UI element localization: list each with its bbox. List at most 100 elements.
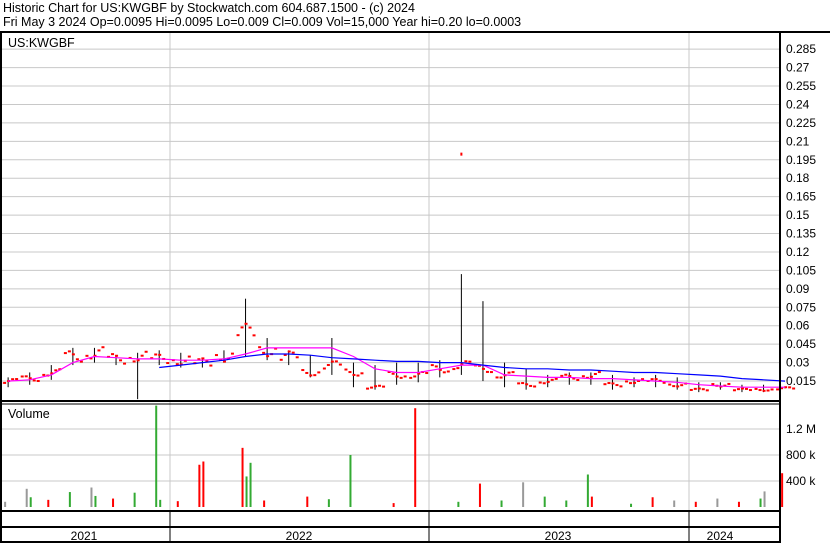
close-mark — [568, 375, 572, 378]
volume-tick-label: 1.2 M — [786, 422, 816, 436]
close-mark — [382, 385, 386, 388]
close-mark — [403, 375, 407, 378]
close-mark — [370, 386, 374, 389]
close-mark — [727, 382, 731, 385]
close-mark — [748, 389, 752, 392]
close-mark — [236, 334, 240, 337]
volume-bar — [586, 474, 589, 507]
close-mark — [593, 372, 597, 375]
close-mark — [633, 381, 637, 384]
price-tick-label: 0.255 — [786, 79, 816, 93]
close-mark — [42, 373, 46, 376]
close-mark — [230, 352, 234, 355]
close-mark — [736, 388, 740, 391]
close-mark — [533, 385, 537, 388]
volume-tick-label: 400 k — [786, 474, 816, 488]
close-mark — [446, 370, 450, 373]
close-mark — [542, 382, 546, 385]
close-mark — [654, 378, 658, 381]
close-mark — [442, 371, 446, 374]
close-mark — [425, 372, 429, 375]
close-mark — [24, 375, 28, 378]
close-mark — [123, 362, 127, 365]
year-label: 2021 — [71, 529, 98, 543]
volume-bar — [590, 496, 593, 507]
close-mark — [413, 375, 417, 378]
volume-bar — [29, 497, 32, 507]
close-mark — [758, 389, 762, 392]
volume-bar — [781, 473, 784, 507]
close-mark — [521, 382, 525, 385]
volume-bar — [651, 497, 654, 507]
close-mark — [452, 368, 456, 371]
volume-bar — [90, 487, 93, 507]
price-tick-label: 0.135 — [786, 227, 816, 241]
close-mark — [705, 389, 709, 392]
close-mark — [732, 389, 736, 392]
close-mark — [468, 360, 472, 363]
volume-bar — [241, 447, 244, 507]
volume-bar — [630, 503, 633, 507]
volume-bar — [4, 501, 7, 507]
price-tick-label: 0.06 — [786, 319, 810, 333]
close-mark — [576, 379, 580, 382]
close-mark — [75, 358, 79, 361]
close-mark — [313, 374, 317, 377]
close-mark — [266, 355, 270, 358]
close-mark — [481, 367, 485, 370]
close-mark — [244, 322, 248, 325]
volume-bar — [522, 482, 525, 507]
stock-chart: US:KWGBF Volume 0.285 0.27 0.255 0.24 0.225 0… — [0, 31, 830, 543]
price-tick-label: 0.15 — [786, 208, 810, 222]
close-mark — [54, 369, 58, 372]
symbol-label: US:KWGBF — [8, 36, 75, 50]
close-mark — [301, 369, 305, 372]
close-mark — [222, 360, 226, 363]
close-mark — [744, 387, 748, 390]
close-mark — [378, 384, 382, 387]
ma-long-line — [159, 353, 786, 382]
close-mark — [546, 380, 550, 383]
price-tick-label: 0.03 — [786, 356, 810, 370]
close-mark — [607, 382, 611, 385]
close-mark — [144, 350, 148, 353]
volume-bar — [565, 500, 568, 507]
volume-bar — [133, 492, 136, 507]
close-mark — [360, 372, 364, 375]
volume-bar — [155, 405, 158, 507]
close-mark — [201, 357, 205, 360]
close-mark — [352, 373, 356, 376]
volume-bar — [759, 498, 762, 507]
close-mark — [317, 371, 321, 374]
volume-bar — [25, 488, 28, 507]
close-mark — [517, 382, 521, 385]
volume-bar — [414, 408, 417, 507]
close-mark — [625, 380, 629, 383]
close-mark — [11, 378, 15, 381]
close-mark — [214, 354, 218, 357]
price-tick-label: 0.225 — [786, 116, 816, 130]
close-mark — [63, 352, 67, 355]
close-mark — [36, 380, 40, 383]
close-mark — [615, 384, 619, 387]
close-mark — [485, 370, 489, 373]
price-tick-label: 0.165 — [786, 190, 816, 204]
close-mark — [279, 358, 283, 361]
close-mark — [395, 375, 399, 378]
volume-bar — [245, 476, 248, 507]
outlier-close-mark — [460, 152, 463, 156]
close-mark — [209, 364, 213, 367]
close-mark — [581, 375, 585, 378]
close-mark — [525, 383, 529, 386]
volume-bar — [457, 501, 460, 507]
close-mark — [456, 367, 460, 370]
close-mark — [409, 376, 413, 379]
volume-bar — [327, 499, 330, 507]
close-mark — [399, 376, 403, 379]
volume-bar — [392, 503, 395, 507]
close-mark — [495, 376, 499, 379]
close-mark — [701, 388, 705, 391]
close-mark — [711, 383, 715, 386]
close-mark — [252, 334, 256, 337]
close-mark — [650, 378, 654, 381]
